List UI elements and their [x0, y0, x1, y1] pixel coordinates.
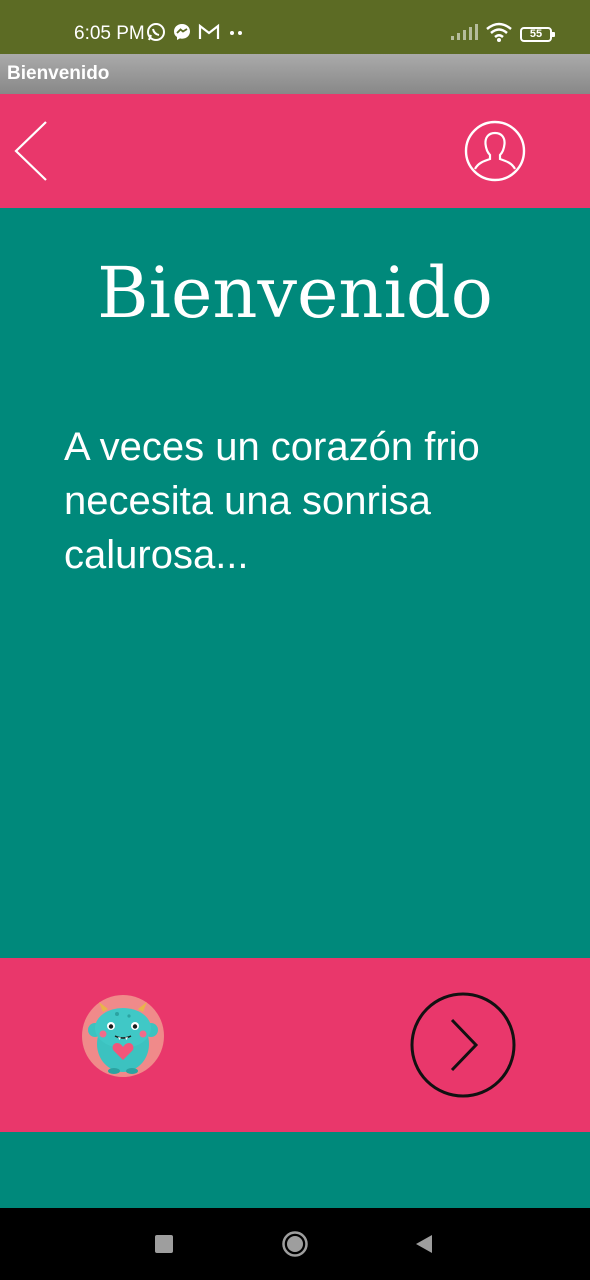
wifi-icon	[486, 22, 512, 47]
screen: 6:05 PM 55 Bienvenido Bienvenido A veces…	[0, 0, 590, 1280]
back-triangle-icon	[416, 1235, 432, 1253]
user-profile-icon	[464, 120, 526, 182]
home-button[interactable]	[279, 1228, 311, 1260]
next-button[interactable]	[410, 992, 516, 1098]
profile-button[interactable]	[464, 120, 526, 182]
window-title: Bienvenido	[7, 63, 110, 84]
main-content: Bienvenido A veces un corazón frio neces…	[0, 208, 590, 958]
welcome-message: A veces un corazón frio necesita una son…	[64, 425, 480, 577]
status-bar: 6:05 PM 55	[0, 0, 590, 54]
chevron-left-icon	[14, 121, 47, 181]
title-bar: Bienvenido	[0, 54, 590, 94]
more-dots-icon	[226, 22, 246, 47]
battery-icon: 55	[520, 26, 555, 42]
chevron-right-circle-icon	[410, 992, 516, 1098]
recents-square-icon	[155, 1235, 173, 1253]
gmail-icon	[198, 23, 220, 46]
messenger-icon	[172, 22, 192, 47]
status-app-icons	[146, 22, 246, 46]
whatsapp-icon	[146, 22, 166, 47]
mascot-button[interactable]	[81, 994, 165, 1078]
signal-icon	[450, 23, 478, 46]
system-nav-bar	[0, 1208, 590, 1280]
bottom-bar	[0, 958, 590, 1132]
footer-spacer	[0, 1132, 590, 1208]
status-system-icons: 55	[450, 22, 555, 47]
top-bar	[0, 94, 590, 208]
monster-mascot-icon	[82, 995, 164, 1077]
status-time: 6:05 PM	[74, 23, 145, 44]
page-title: Bienvenido	[97, 252, 493, 334]
back-nav-button[interactable]	[408, 1228, 440, 1260]
home-circle-icon	[282, 1231, 308, 1257]
recents-button[interactable]	[148, 1228, 180, 1260]
back-button[interactable]	[10, 120, 50, 182]
